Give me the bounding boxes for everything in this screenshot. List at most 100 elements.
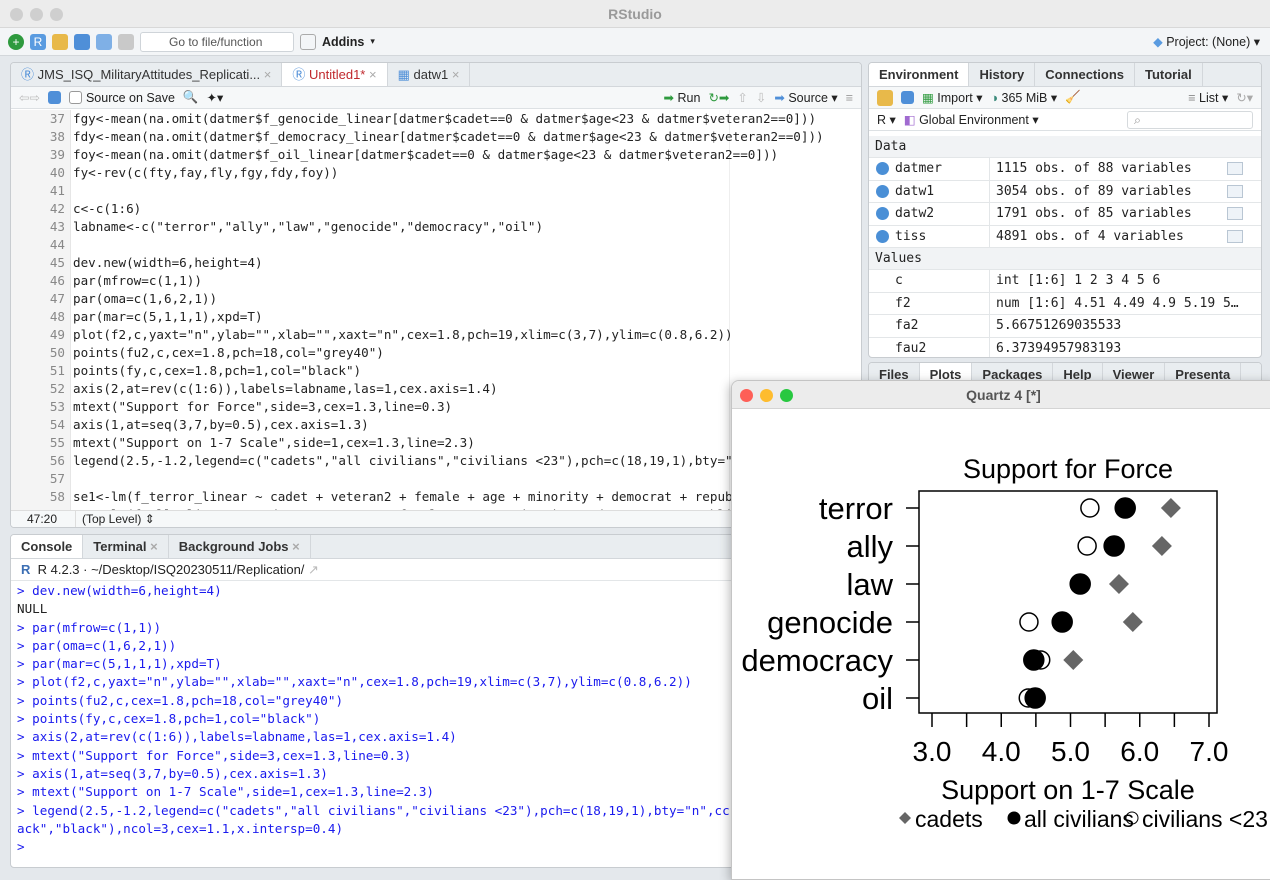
- environment-row[interactable]: c int [1:6] 1 2 3 4 5 6: [869, 270, 1261, 293]
- close-window-button[interactable]: [740, 389, 753, 402]
- broom-icon[interactable]: 🧹: [1065, 90, 1081, 105]
- source-on-save-checkbox[interactable]: Source on Save: [68, 91, 175, 105]
- data-point: [1077, 536, 1097, 556]
- expand-icon[interactable]: [876, 184, 889, 198]
- magic-wand-icon[interactable]: ✦▾: [206, 90, 223, 105]
- print-icon[interactable]: [118, 33, 134, 50]
- environment-row[interactable]: fau2 6.37394957983193: [869, 337, 1261, 357]
- view-data-icon[interactable]: [1227, 162, 1243, 175]
- addins-menu[interactable]: Addins: [322, 35, 364, 49]
- editor-tab[interactable]: ▦ datw1 ×: [388, 63, 471, 86]
- outline-icon[interactable]: ≡: [846, 91, 853, 105]
- line-number: 45: [49, 255, 65, 270]
- zoom-window-button[interactable]: [50, 8, 63, 21]
- environment-row[interactable]: datmer 1115 obs. of 88 variables: [869, 158, 1261, 181]
- view-data-icon[interactable]: [1227, 229, 1243, 243]
- variable-value: 1791 obs. of 85 variables: [989, 203, 1192, 225]
- quartz-title: Quartz 4 [*]: [966, 387, 1041, 403]
- new-project-icon[interactable]: R: [30, 33, 46, 50]
- go-to-file-input[interactable]: Go to file/function: [140, 31, 294, 52]
- go-to-directory-icon[interactable]: ↗: [308, 562, 319, 577]
- scope-selector[interactable]: (Top Level) ⇕: [75, 511, 155, 527]
- console-tab[interactable]: Background Jobs ×: [169, 535, 311, 558]
- environment-row[interactable]: tiss 4891 obs. of 4 variables: [869, 225, 1261, 248]
- data-point: [1108, 574, 1129, 594]
- project-icon: ◆: [1153, 35, 1167, 49]
- zoom-window-button[interactable]: [780, 389, 793, 402]
- load-workspace-icon[interactable]: [877, 89, 893, 106]
- back-icon[interactable]: ⇦⇨: [19, 90, 40, 105]
- environment-search-input[interactable]: ⌕: [1127, 110, 1253, 129]
- variable-name: f2: [895, 295, 911, 311]
- open-file-icon[interactable]: [52, 33, 68, 50]
- line-number: 55: [49, 435, 65, 450]
- quartz-plot-window: Quartz 4 [*] Support for Force terror ally…: [731, 380, 1270, 880]
- x-tick-label: 4.0: [982, 736, 1021, 767]
- environment-scope-dropdown[interactable]: ◧ Global Environment ▾: [904, 112, 1039, 127]
- environment-row[interactable]: f2 num [1:6] 4.51 4.49 4.9 5.19 5…: [869, 292, 1261, 315]
- console-tab[interactable]: Terminal ×: [83, 535, 169, 558]
- grid-layout-icon[interactable]: [300, 33, 316, 50]
- environment-tab[interactable]: History: [969, 63, 1036, 86]
- down-arrow-icon[interactable]: ⇩: [756, 90, 766, 105]
- code-text: c<-c(1:6): [73, 201, 142, 216]
- code-line: 47 par(oma=c(1,6,2,1)): [11, 290, 861, 308]
- table-icon: ▦: [397, 67, 414, 82]
- search-icon[interactable]: 🔍: [183, 90, 199, 105]
- environment-row[interactable]: datw2 1791 obs. of 85 variables: [869, 203, 1261, 226]
- language-label: R: [877, 113, 887, 127]
- rerun-icon[interactable]: ↻➡: [708, 90, 729, 105]
- data-point: [1023, 649, 1045, 671]
- line-number: 47: [49, 291, 65, 306]
- close-tab-icon[interactable]: ×: [260, 67, 272, 82]
- environment-tab[interactable]: Connections: [1035, 63, 1135, 86]
- up-arrow-icon[interactable]: ⇧: [737, 90, 747, 105]
- list-icon: ≡: [1188, 91, 1196, 105]
- close-tab-icon[interactable]: ×: [147, 539, 158, 554]
- expand-icon[interactable]: [876, 229, 889, 243]
- legend-marker: [899, 812, 911, 824]
- environment-row[interactable]: datw1 3054 obs. of 89 variables: [869, 180, 1261, 203]
- environment-tab[interactable]: Tutorial: [1135, 63, 1203, 86]
- quartz-titlebar: Quartz 4 [*]: [732, 381, 1270, 409]
- run-button[interactable]: ➡ Run: [664, 90, 701, 105]
- save-all-icon[interactable]: [96, 33, 112, 50]
- chart-title: Support for Force: [963, 454, 1173, 484]
- language-dropdown[interactable]: R ▾: [877, 112, 896, 127]
- save-icon[interactable]: [47, 91, 61, 104]
- expand-icon[interactable]: [876, 207, 889, 220]
- close-tab-icon[interactable]: ×: [365, 67, 377, 82]
- new-file-icon[interactable]: +: [8, 33, 24, 50]
- minimize-window-button[interactable]: [30, 8, 43, 21]
- view-data-icon[interactable]: [1227, 207, 1243, 220]
- expand-icon[interactable]: [876, 162, 889, 175]
- refresh-icon[interactable]: ↻▾: [1236, 90, 1253, 105]
- save-workspace-icon[interactable]: [901, 91, 914, 104]
- data-point: [1080, 498, 1100, 518]
- editor-tab[interactable]: Ⓡ Untitled1* ×: [282, 63, 388, 86]
- close-tab-icon[interactable]: ×: [289, 539, 300, 554]
- save-icon[interactable]: [74, 33, 90, 50]
- editor-tab[interactable]: Ⓡ JMS_ISQ_MilitaryAttitudes_Replicati...…: [11, 63, 283, 86]
- close-tab-icon[interactable]: ×: [448, 67, 460, 82]
- environment-row[interactable]: fa2 5.66751269035533: [869, 315, 1261, 338]
- search-icon: ⌕: [1134, 112, 1142, 127]
- code-text: labname<-c("terror","ally","law","genoci…: [73, 219, 544, 234]
- project-menu[interactable]: ◆ Project: (None) ▾: [1153, 34, 1260, 49]
- minimize-window-button[interactable]: [760, 389, 773, 402]
- view-mode-dropdown[interactable]: ≡ List ▾: [1188, 90, 1228, 105]
- variable-name: fau2: [895, 340, 927, 356]
- y-tick-label: oil: [862, 681, 893, 716]
- source-button[interactable]: ➡ Source ▾: [774, 90, 837, 105]
- x-axis-label: Support on 1-7 Scale: [941, 775, 1195, 805]
- data-point: [1114, 497, 1136, 519]
- close-window-button[interactable]: [10, 8, 23, 21]
- import-dataset-button[interactable]: ▦ Import ▾: [922, 90, 982, 105]
- code-text: par(oma=c(1,6,2,1)): [73, 291, 218, 306]
- data-point: [1063, 650, 1084, 670]
- memory-usage-button[interactable]: ◑ 365 MiB ▾: [990, 90, 1057, 105]
- console-tab[interactable]: Console: [11, 535, 84, 558]
- environment-tab[interactable]: Environment: [869, 63, 970, 86]
- view-data-icon[interactable]: [1227, 184, 1243, 198]
